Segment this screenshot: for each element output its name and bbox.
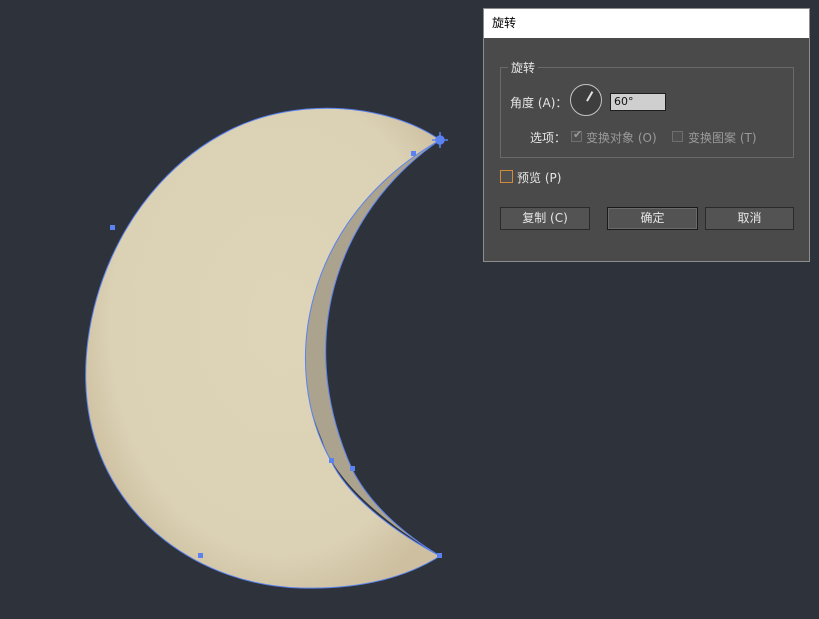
anchor-point bbox=[437, 553, 442, 558]
dial-needle bbox=[586, 91, 593, 102]
angle-input[interactable]: 60° bbox=[610, 93, 666, 111]
checkmark-icon: ✔ bbox=[573, 128, 583, 141]
transform-objects-label: 变换对象 (O) bbox=[586, 131, 657, 145]
anchor-point bbox=[350, 466, 355, 471]
group-title: 旋转 bbox=[508, 59, 539, 76]
anchor-point bbox=[110, 225, 115, 230]
dialog-titlebar[interactable]: 旋转 bbox=[484, 9, 809, 38]
transform-patterns-checkbox[interactable] bbox=[672, 131, 683, 142]
transform-objects-checkbox[interactable]: ✔ bbox=[571, 128, 583, 142]
angle-label: 角度 (A)： bbox=[510, 96, 568, 110]
preview-checkbox[interactable] bbox=[500, 170, 513, 183]
ok-button[interactable]: 确定 bbox=[607, 207, 698, 230]
rotation-dial-icon[interactable] bbox=[570, 84, 602, 116]
preview-label[interactable]: 预览 (P) bbox=[517, 169, 561, 186]
rotate-dialog: 旋转 旋转 角度 (A)： 60° 选项： ✔ 变换对象 (O) 变换图案 (T… bbox=[483, 8, 810, 262]
cancel-button[interactable]: 取消 bbox=[705, 207, 794, 230]
anchor-point bbox=[329, 458, 334, 463]
rotation-origin-icon[interactable] bbox=[432, 132, 448, 148]
copy-button[interactable]: 复制 (C) bbox=[500, 207, 590, 230]
dialog-title: 旋转 bbox=[492, 16, 517, 30]
transform-patterns-label: 变换图案 (T) bbox=[688, 131, 757, 145]
options-label: 选项： bbox=[530, 131, 567, 145]
anchor-point bbox=[411, 151, 416, 156]
anchor-point bbox=[198, 553, 203, 558]
